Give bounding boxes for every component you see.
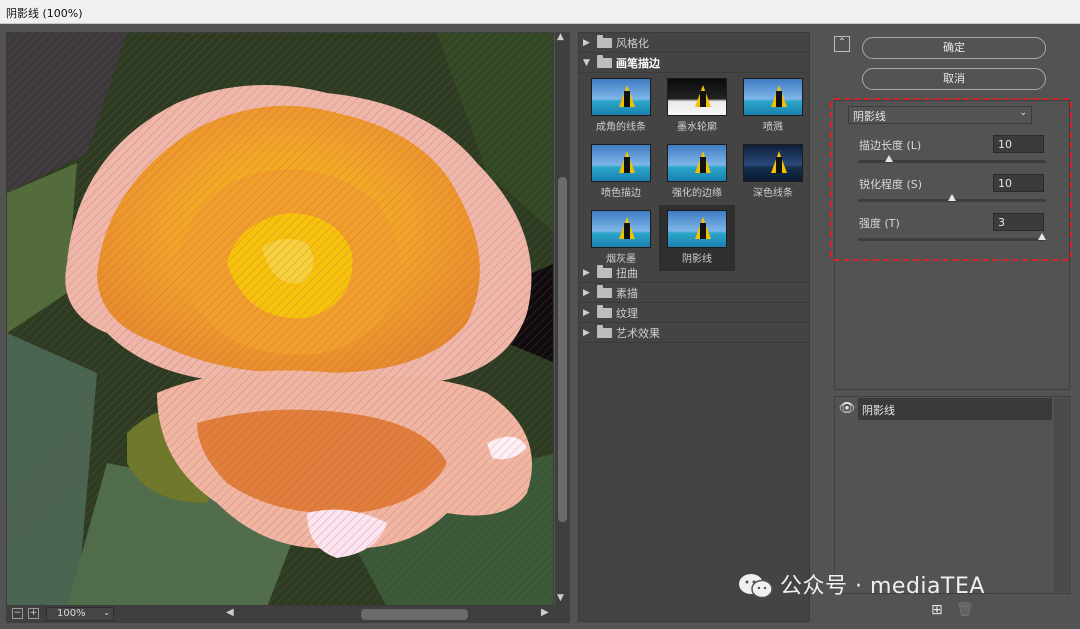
category-label: 纹理 [616,306,638,320]
filter-ink-outlines[interactable]: 墨水轮廓 [659,73,735,139]
filter-label: 墨水轮廓 [677,122,717,133]
rose-image [7,33,553,605]
folder-icon [597,324,612,338]
effect-layers-panel [834,396,1070,594]
category-texture[interactable]: ▶ 纹理 [579,303,809,323]
sharpness-input[interactable]: 10 [993,174,1044,192]
expand-arrow-icon: ▶ [583,307,590,318]
filter-thumbnail-image [667,144,727,182]
expand-arrow-icon: ▶ [583,287,590,298]
filter-label: 深色线条 [753,188,793,199]
slider-handle[interactable] [1038,233,1046,240]
stroke-length-label: 描边长度 (L) [859,139,922,152]
preview-bottom-bar: − + 100% ⌄ ◀ ▶ [6,606,570,623]
category-label: 画笔描边 [616,56,660,70]
strength-slider[interactable] [858,233,1046,241]
filter-thumbnail-image [667,210,727,248]
sharpness-slider[interactable] [858,194,1046,202]
filter-thumbnail-image [667,78,727,116]
filter-label: 强化的边缘 [672,188,722,199]
category-distort[interactable]: ▶ 扭曲 [579,263,809,283]
stroke-length-slider[interactable] [858,155,1046,163]
strength-label: 强度 (T) [859,217,900,230]
strength-input[interactable]: 3 [993,213,1044,231]
collapse-arrow-icon: ▼ [583,57,590,68]
watermark-text: 公众号 · mediaTEA [780,574,985,599]
category-sketch[interactable]: ▶ 素描 [579,283,809,303]
category-brush-strokes[interactable]: ▼ 画笔描边 [579,53,809,73]
trash-icon[interactable]: 🗑 [956,602,974,618]
filter-spatter[interactable]: 喷溅 [735,73,811,139]
zoom-value: 100% [57,608,86,619]
filter-select-value: 阴影线 [853,110,886,123]
preview-vertical-scrollbar[interactable]: ▲ ▼ [555,32,570,606]
filter-thumbnail-image [743,144,803,182]
ok-button[interactable]: 确定 [862,37,1046,59]
category-stylize[interactable]: ▶ 风格化 [579,33,809,53]
category-label: 风格化 [616,36,649,50]
wechat-icon [739,574,773,599]
filter-thumbnail-image [743,78,803,116]
scroll-up-icon[interactable]: ▲ [557,32,564,42]
category-label: 扭曲 [616,266,638,280]
filter-sumi-e[interactable]: 烟灰墨 [583,205,659,271]
category-artistic[interactable]: ▶ 艺术效果 [579,323,809,343]
layers-scrollbar[interactable] [1054,398,1068,592]
filter-thumbnail-image [591,144,651,182]
filter-dark-strokes[interactable]: 深色线条 [735,139,811,205]
horizontal-scroll-thumb[interactable] [361,609,468,620]
preview-canvas[interactable] [6,32,554,606]
scroll-left-icon[interactable]: ◀ [226,607,234,618]
new-layer-icon[interactable]: ⊞ [931,602,943,618]
zoom-select[interactable]: 100% ⌄ [46,607,114,621]
stroke-length-input[interactable]: 10 [993,135,1044,153]
scroll-down-icon[interactable]: ▼ [557,593,564,603]
folder-icon [597,284,612,298]
filter-accented-edges[interactable]: 强化的边缘 [659,139,735,205]
category-label: 素描 [616,286,638,300]
filter-gallery: ▶ 风格化 ▼ 画笔描边 成角的线条 墨水轮廓 喷溅 喷色描边 强化的边缘 深色… [578,32,810,622]
effect-layer-name: 阴影线 [858,398,1052,420]
folder-icon [597,34,612,48]
filter-crosshatch[interactable]: 阴影线 [659,205,735,271]
filter-label: 成角的线条 [596,122,646,133]
expand-arrow-icon: ▶ [583,37,590,48]
zoom-out-button[interactable]: − [12,608,23,619]
filter-thumbnail-image [591,78,651,116]
category-label: 艺术效果 [616,326,660,340]
filter-thumbnails: 成角的线条 墨水轮廓 喷溅 喷色描边 强化的边缘 深色线条 烟灰墨 阴影线 [579,73,811,271]
cancel-button[interactable]: 取消 [862,68,1046,90]
scroll-right-icon[interactable]: ▶ [541,607,549,618]
filter-thumbnail-image [591,210,651,248]
chevron-down-icon: ⌄ [1019,108,1027,118]
folder-icon [597,304,612,318]
folder-icon [597,264,612,278]
effect-layer-row[interactable]: 👁 阴影线 [836,398,1052,420]
filter-label: 喷溅 [763,122,783,133]
vertical-scroll-thumb[interactable] [558,177,567,522]
chevron-down-icon: ⌄ [103,608,110,617]
filter-select[interactable]: 阴影线 ⌄ [848,106,1032,124]
zoom-in-button[interactable]: + [28,608,39,619]
filter-label: 喷色描边 [601,188,641,199]
expand-arrow-icon: ▶ [583,327,590,338]
slider-handle[interactable] [948,194,956,201]
eye-icon[interactable]: 👁 [836,398,858,420]
folder-open-icon [597,54,612,68]
sharpness-label: 锐化程度 (S) [859,178,923,191]
expand-arrow-icon: ▶ [583,267,590,278]
slider-handle[interactable] [885,155,893,162]
filter-sprayed-strokes[interactable]: 喷色描边 [583,139,659,205]
filter-angled-strokes[interactable]: 成角的线条 [583,73,659,139]
collapse-gallery-button[interactable]: ⌃ [834,36,850,52]
window-title: 阴影线 (100%) [0,0,1080,24]
